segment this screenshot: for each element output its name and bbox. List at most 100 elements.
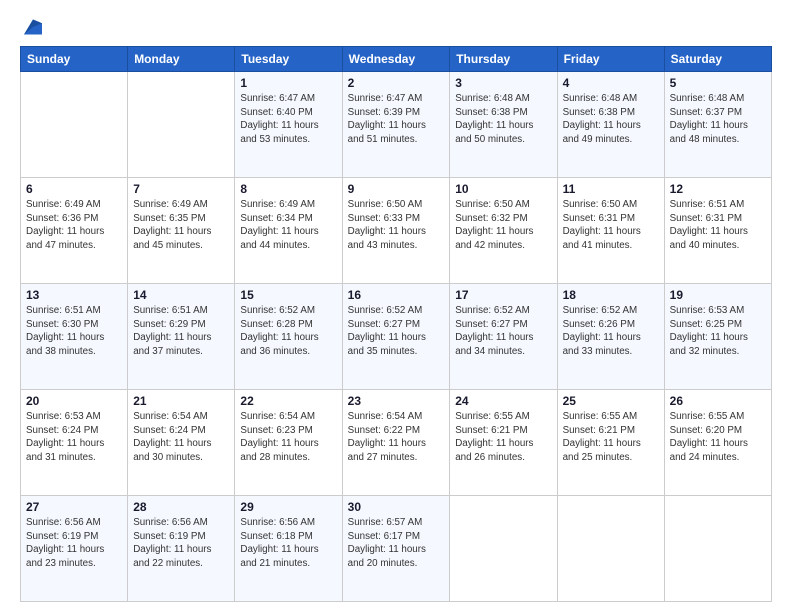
logo-icon <box>24 18 42 36</box>
calendar-cell: 12Sunrise: 6:51 AM Sunset: 6:31 PM Dayli… <box>664 178 771 284</box>
calendar-cell: 8 Sunrise: 6:49 AM Sunset: 6:34 PM Daylig… <box>235 178 342 284</box>
day-number: 15 <box>240 288 336 302</box>
day-number: 28 <box>133 500 229 514</box>
calendar-cell: 13 Sunrise: 6:51 AM Sunset: 6:30 PM Dayli… <box>21 284 128 390</box>
day-number: 24 <box>455 394 551 408</box>
calendar-cell: 25Sunrise: 6:55 AM Sunset: 6:21 PM Dayli… <box>557 390 664 496</box>
calendar-cell: 9 Sunrise: 6:50 AM Sunset: 6:33 PM Daylig… <box>342 178 450 284</box>
day-info: Sunrise: 6:56 AM Sunset: 6:19 PM Dayligh… <box>133 516 229 571</box>
calendar-cell: 7 Sunrise: 6:49 AM Sunset: 6:35 PM Daylig… <box>128 178 235 284</box>
calendar: SundayMondayTuesdayWednesdayThursdayFrid… <box>20 46 772 602</box>
day-info: Sunrise: 6:51 AM Sunset: 6:30 PM Dayligh… <box>26 304 122 359</box>
day-info: Sunrise: 6:49 AM Sunset: 6:34 PM Dayligh… <box>240 198 336 253</box>
calendar-cell: 22 Sunrise: 6:54 AM Sunset: 6:23 PM Dayli… <box>235 390 342 496</box>
day-number: 16 <box>348 288 445 302</box>
day-info: Sunrise: 6:48 AM Sunset: 6:38 PM Dayligh… <box>455 92 551 147</box>
calendar-cell: 28 Sunrise: 6:56 AM Sunset: 6:19 PM Dayli… <box>128 496 235 602</box>
day-number: 14 <box>133 288 229 302</box>
calendar-cell: 19 Sunrise: 6:53 AM Sunset: 6:25 PM Dayli… <box>664 284 771 390</box>
day-info: Sunrise: 6:54 AM Sunset: 6:22 PM Dayligh… <box>348 410 445 465</box>
day-number: 17 <box>455 288 551 302</box>
calendar-cell: 15 Sunrise: 6:52 AM Sunset: 6:28 PM Dayli… <box>235 284 342 390</box>
day-info: Sunrise: 6:48 AM Sunset: 6:37 PM Dayligh… <box>670 92 766 147</box>
header-day-wednesday: Wednesday <box>342 47 450 72</box>
day-info: Sunrise: 6:49 AM Sunset: 6:35 PM Dayligh… <box>133 198 229 253</box>
calendar-cell: 26Sunrise: 6:55 AM Sunset: 6:20 PM Dayli… <box>664 390 771 496</box>
calendar-week-4: 20Sunrise: 6:53 AM Sunset: 6:24 PM Dayli… <box>21 390 772 496</box>
day-info: Sunrise: 6:50 AM Sunset: 6:31 PM Dayligh… <box>563 198 659 253</box>
day-number: 22 <box>240 394 336 408</box>
day-info: Sunrise: 6:56 AM Sunset: 6:18 PM Dayligh… <box>240 516 336 571</box>
calendar-cell: 10 Sunrise: 6:50 AM Sunset: 6:32 PM Dayli… <box>450 178 557 284</box>
calendar-cell: 5Sunrise: 6:48 AM Sunset: 6:37 PM Daylig… <box>664 72 771 178</box>
calendar-week-3: 13 Sunrise: 6:51 AM Sunset: 6:30 PM Dayli… <box>21 284 772 390</box>
day-number: 10 <box>455 182 551 196</box>
calendar-cell <box>450 496 557 602</box>
header-day-saturday: Saturday <box>664 47 771 72</box>
calendar-cell: 17 Sunrise: 6:52 AM Sunset: 6:27 PM Dayli… <box>450 284 557 390</box>
calendar-cell: 6 Sunrise: 6:49 AM Sunset: 6:36 PM Daylig… <box>21 178 128 284</box>
day-info: Sunrise: 6:52 AM Sunset: 6:27 PM Dayligh… <box>455 304 551 359</box>
calendar-cell: 4 Sunrise: 6:48 AM Sunset: 6:38 PM Daylig… <box>557 72 664 178</box>
day-info: Sunrise: 6:55 AM Sunset: 6:20 PM Dayligh… <box>670 410 766 465</box>
day-info: Sunrise: 6:57 AM Sunset: 6:17 PM Dayligh… <box>348 516 445 571</box>
calendar-header-row: SundayMondayTuesdayWednesdayThursdayFrid… <box>21 47 772 72</box>
day-info: Sunrise: 6:54 AM Sunset: 6:24 PM Dayligh… <box>133 410 229 465</box>
header <box>20 18 772 36</box>
day-info: Sunrise: 6:56 AM Sunset: 6:19 PM Dayligh… <box>26 516 122 571</box>
day-info: Sunrise: 6:55 AM Sunset: 6:21 PM Dayligh… <box>455 410 551 465</box>
calendar-week-5: 27 Sunrise: 6:56 AM Sunset: 6:19 PM Dayli… <box>21 496 772 602</box>
day-number: 19 <box>670 288 766 302</box>
calendar-cell: 29 Sunrise: 6:56 AM Sunset: 6:18 PM Dayli… <box>235 496 342 602</box>
calendar-cell: 23 Sunrise: 6:54 AM Sunset: 6:22 PM Dayli… <box>342 390 450 496</box>
day-info: Sunrise: 6:54 AM Sunset: 6:23 PM Dayligh… <box>240 410 336 465</box>
page: SundayMondayTuesdayWednesdayThursdayFrid… <box>0 0 792 612</box>
day-info: Sunrise: 6:55 AM Sunset: 6:21 PM Dayligh… <box>563 410 659 465</box>
header-day-friday: Friday <box>557 47 664 72</box>
day-number: 12 <box>670 182 766 196</box>
logo <box>20 18 44 36</box>
day-info: Sunrise: 6:47 AM Sunset: 6:40 PM Dayligh… <box>240 92 336 147</box>
day-info: Sunrise: 6:52 AM Sunset: 6:28 PM Dayligh… <box>240 304 336 359</box>
day-info: Sunrise: 6:50 AM Sunset: 6:32 PM Dayligh… <box>455 198 551 253</box>
day-number: 6 <box>26 182 122 196</box>
calendar-cell <box>128 72 235 178</box>
day-info: Sunrise: 6:51 AM Sunset: 6:29 PM Dayligh… <box>133 304 229 359</box>
day-number: 29 <box>240 500 336 514</box>
day-number: 23 <box>348 394 445 408</box>
day-info: Sunrise: 6:53 AM Sunset: 6:24 PM Dayligh… <box>26 410 122 465</box>
calendar-cell: 20Sunrise: 6:53 AM Sunset: 6:24 PM Dayli… <box>21 390 128 496</box>
header-day-monday: Monday <box>128 47 235 72</box>
day-number: 4 <box>563 76 659 90</box>
calendar-cell: 21Sunrise: 6:54 AM Sunset: 6:24 PM Dayli… <box>128 390 235 496</box>
day-info: Sunrise: 6:48 AM Sunset: 6:38 PM Dayligh… <box>563 92 659 147</box>
day-number: 7 <box>133 182 229 196</box>
day-info: Sunrise: 6:52 AM Sunset: 6:26 PM Dayligh… <box>563 304 659 359</box>
calendar-cell: 11 Sunrise: 6:50 AM Sunset: 6:31 PM Dayli… <box>557 178 664 284</box>
calendar-cell <box>21 72 128 178</box>
day-number: 18 <box>563 288 659 302</box>
calendar-cell <box>664 496 771 602</box>
day-number: 13 <box>26 288 122 302</box>
day-info: Sunrise: 6:50 AM Sunset: 6:33 PM Dayligh… <box>348 198 445 253</box>
day-info: Sunrise: 6:53 AM Sunset: 6:25 PM Dayligh… <box>670 304 766 359</box>
day-number: 8 <box>240 182 336 196</box>
calendar-cell: 14 Sunrise: 6:51 AM Sunset: 6:29 PM Dayli… <box>128 284 235 390</box>
day-info: Sunrise: 6:52 AM Sunset: 6:27 PM Dayligh… <box>348 304 445 359</box>
calendar-week-2: 6 Sunrise: 6:49 AM Sunset: 6:36 PM Daylig… <box>21 178 772 284</box>
day-number: 2 <box>348 76 445 90</box>
day-number: 11 <box>563 182 659 196</box>
calendar-cell: 16 Sunrise: 6:52 AM Sunset: 6:27 PM Dayli… <box>342 284 450 390</box>
day-number: 30 <box>348 500 445 514</box>
day-info: Sunrise: 6:49 AM Sunset: 6:36 PM Dayligh… <box>26 198 122 253</box>
calendar-cell <box>557 496 664 602</box>
day-number: 9 <box>348 182 445 196</box>
calendar-cell: 3 Sunrise: 6:48 AM Sunset: 6:38 PM Daylig… <box>450 72 557 178</box>
calendar-cell: 27 Sunrise: 6:56 AM Sunset: 6:19 PM Dayli… <box>21 496 128 602</box>
day-number: 27 <box>26 500 122 514</box>
calendar-cell: 2Sunrise: 6:47 AM Sunset: 6:39 PM Daylig… <box>342 72 450 178</box>
calendar-cell: 18 Sunrise: 6:52 AM Sunset: 6:26 PM Dayli… <box>557 284 664 390</box>
calendar-cell: 24 Sunrise: 6:55 AM Sunset: 6:21 PM Dayli… <box>450 390 557 496</box>
day-number: 3 <box>455 76 551 90</box>
calendar-cell: 1Sunrise: 6:47 AM Sunset: 6:40 PM Daylig… <box>235 72 342 178</box>
